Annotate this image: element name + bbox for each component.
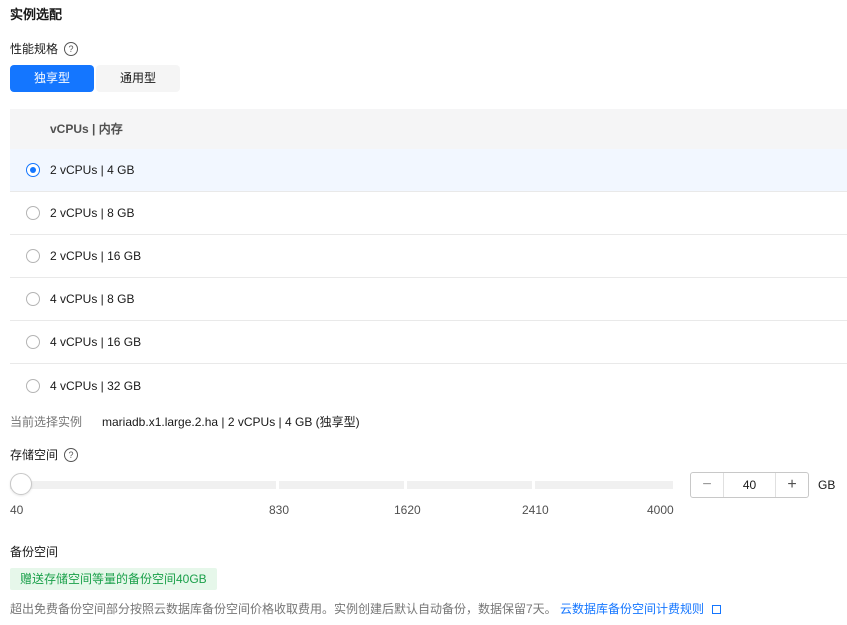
- row-label: 4 vCPUs | 8 GB: [50, 292, 135, 306]
- storage-label: 存储空间: [10, 448, 59, 462]
- current-instance-value: mariadb.x1.large.2.ha | 2 vCPUs | 4 GB (…: [102, 415, 360, 429]
- performance-label: 性能规格: [10, 42, 59, 56]
- tab-exclusive[interactable]: 独享型: [10, 65, 94, 92]
- radio-button[interactable]: [26, 335, 40, 349]
- slider-tick-label: 2410: [522, 503, 549, 517]
- table-row[interactable]: 2 vCPUs | 8 GB: [10, 192, 847, 235]
- table-row[interactable]: 4 vCPUs | 16 GB: [10, 321, 847, 364]
- table-row[interactable]: 4 vCPUs | 32 GB: [10, 364, 847, 407]
- help-icon[interactable]: ?: [64, 447, 79, 462]
- current-instance-label: 当前选择实例: [10, 415, 83, 429]
- backup-badge: 赠送存储空间等量的备份空间40GB: [10, 568, 217, 590]
- slider-handle[interactable]: [10, 473, 32, 495]
- slider-segment: [407, 481, 532, 489]
- radio-button[interactable]: [26, 206, 40, 220]
- spec-table: vCPUs | 内存 2 vCPUs | 4 GB 2 vCPUs | 8 GB…: [10, 109, 847, 407]
- slider-tick-label: 1620: [394, 503, 421, 517]
- tab-general[interactable]: 通用型: [96, 65, 180, 92]
- plus-icon[interactable]: +: [776, 473, 808, 497]
- table-row[interactable]: 2 vCPUs | 4 GB: [10, 149, 847, 192]
- table-row[interactable]: 2 vCPUs | 16 GB: [10, 235, 847, 278]
- backup-label: 备份空间: [10, 545, 59, 559]
- slider-segment: [10, 481, 276, 489]
- radio-button[interactable]: [26, 292, 40, 306]
- row-label: 4 vCPUs | 32 GB: [50, 378, 142, 393]
- radio-button[interactable]: [26, 249, 40, 263]
- slider-tick-label: 830: [269, 503, 290, 517]
- external-link-icon[interactable]: [712, 605, 722, 614]
- slider-segment: [535, 481, 673, 489]
- storage-label-row: 存储空间 ?: [10, 446, 79, 463]
- storage-input[interactable]: 40: [723, 473, 776, 497]
- storage-stepper: − 40 +: [690, 472, 809, 498]
- help-icon[interactable]: ?: [64, 41, 79, 56]
- section-title: 实例选配: [10, 7, 63, 22]
- performance-label-row: 性能规格 ?: [10, 40, 79, 57]
- row-label: 2 vCPUs | 4 GB: [50, 163, 135, 177]
- storage-unit: GB: [818, 478, 836, 492]
- billing-rules-link[interactable]: 云数据库备份空间计费规则: [560, 602, 704, 616]
- backup-note: 超出免费备份空间部分按照云数据库备份空间价格收取费用。实例创建后默认自动备份，数…: [10, 600, 722, 617]
- radio-button[interactable]: [26, 163, 40, 177]
- minus-icon[interactable]: −: [691, 473, 723, 497]
- row-label: 4 vCPUs | 16 GB: [50, 335, 142, 349]
- storage-slider-track[interactable]: [10, 481, 673, 489]
- table-header: vCPUs | 内存: [10, 109, 847, 149]
- slider-tick-label: 4000: [647, 503, 674, 517]
- backup-note-text: 超出免费备份空间部分按照云数据库备份空间价格收取费用。实例创建后默认自动备份，数…: [10, 602, 557, 616]
- slider-segment: [279, 481, 404, 489]
- table-row[interactable]: 4 vCPUs | 8 GB: [10, 278, 847, 321]
- radio-button[interactable]: [26, 378, 40, 393]
- slider-tick-label: 40: [10, 503, 24, 517]
- row-label: 2 vCPUs | 8 GB: [50, 206, 135, 220]
- row-label: 2 vCPUs | 16 GB: [50, 249, 142, 263]
